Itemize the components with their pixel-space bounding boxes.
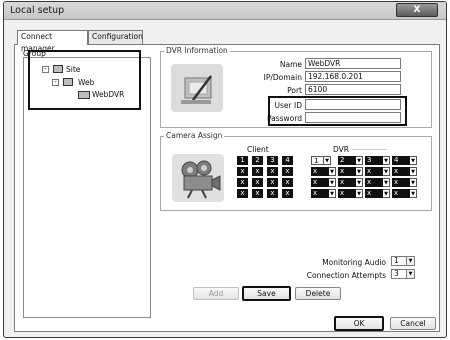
window-title: Local setup [10,5,65,16]
camera-icon [181,160,221,199]
chevron-down-icon[interactable]: ▼ [324,156,331,165]
dvr-channel-select[interactable]: 2 [338,156,356,165]
chevron-down-icon[interactable]: ▼ [329,167,336,176]
client-channel-cell[interactable]: x [252,189,263,198]
chevron-down-icon[interactable]: ▼ [329,178,336,187]
chevron-down-icon[interactable]: ▼ [410,156,417,165]
dvr-channel-select[interactable]: x [338,189,356,198]
dvr-picture [171,64,223,112]
delete-button[interactable]: Delete [295,287,341,300]
chevron-down-icon[interactable]: ▼ [329,189,336,198]
dvr-channel-select[interactable]: x [392,167,410,176]
ip-domain-field[interactable]: 192.168.0.201 [305,71,401,82]
chevron-down-icon[interactable]: ▼ [356,189,363,198]
add-button[interactable]: Add [193,287,239,300]
client-channel-cell[interactable]: x [267,189,278,198]
dvr-channel-grid[interactable]: 1 ▼ 2 ▼ 3 ▼ 4 ▼ x ▼ x ▼ x ▼ x ▼ x ▼ x ▼ x ▼ x ▼ x ▼ x ▼ x ▼ x ▼ [311,156,421,200]
dvr-channel-select[interactable]: x [392,189,410,198]
dvr-channel-select[interactable]: x [338,167,356,176]
connection-attempts-select[interactable]: 3 [391,269,407,279]
camera-picture [172,154,224,202]
dvr-channel-select[interactable]: 4 [392,156,410,165]
client-label: Client [247,145,269,154]
client-channel-grid[interactable]: 1234xxxxxxxxxxxx [237,156,299,200]
chevron-down-icon[interactable]: ▼ [356,178,363,187]
chevron-down-icon[interactable]: ▼ [356,156,363,165]
close-button[interactable]: X [396,3,438,17]
dvr-label-divider [352,149,387,150]
dvr-edit-icon [181,75,212,104]
chevron-down-icon[interactable]: ▼ [410,189,417,198]
dvr-channel-select[interactable]: 1 [311,156,324,165]
dvr-channel-select[interactable]: x [365,167,383,176]
client-channel-cell[interactable]: x [252,167,263,176]
dvr-label: DVR [333,145,349,154]
ip-domain-label: IP/Domain [263,73,302,82]
client-channel-cell[interactable]: x [267,167,278,176]
dvr-channel-select[interactable]: x [311,167,329,176]
client-channel-cell[interactable]: x [237,189,248,198]
client-channel-cell[interactable]: 4 [282,156,293,165]
monitoring-audio-label: Monitoring Audio [322,258,386,267]
connection-attempts-label: Connection Attempts [306,271,386,280]
tab-configuration[interactable]: Configuration [88,30,143,44]
chevron-down-icon[interactable]: ▼ [410,167,417,176]
chevron-down-icon[interactable]: ▼ [383,156,390,165]
dvr-channel-select[interactable]: x [365,189,383,198]
client-channel-cell[interactable]: 2 [252,156,263,165]
port-field[interactable]: 6100 [305,84,401,95]
dvr-channel-select[interactable]: x [311,178,329,187]
chevron-down-icon[interactable]: ▼ [383,167,390,176]
connection-attempts-dropdown-icon[interactable]: ▼ [407,269,415,279]
credentials-highlight-box [268,96,407,126]
monitoring-audio-dropdown-icon[interactable]: ▼ [407,256,415,266]
client-channel-cell[interactable]: x [282,189,293,198]
chevron-down-icon[interactable]: ▼ [410,178,417,187]
monitoring-audio-select[interactable]: 1 [391,256,407,266]
dvr-information-label: DVR Information [164,46,230,55]
chevron-down-icon[interactable]: ▼ [356,167,363,176]
ok-button[interactable]: OK [334,316,384,331]
client-channel-cell[interactable]: x [237,178,248,187]
client-channel-cell[interactable]: 1 [237,156,248,165]
client-channel-cell[interactable]: x [252,178,263,187]
name-label: Name [279,60,302,69]
tab-connect-manager[interactable]: Connect manager [17,30,88,53]
name-field[interactable]: WebDVR [305,58,401,69]
dvr-channel-select[interactable]: x [338,178,356,187]
client-channel-cell[interactable]: x [237,167,248,176]
dvr-channel-select[interactable]: x [311,189,329,198]
client-channel-cell[interactable]: 3 [267,156,278,165]
dvr-channel-select[interactable]: x [392,178,410,187]
cancel-button[interactable]: Cancel [390,317,436,330]
group-highlight-box [28,50,141,110]
camera-assign-label: Camera Assign [164,131,225,140]
client-channel-cell[interactable]: x [282,167,293,176]
chevron-down-icon[interactable]: ▼ [383,178,390,187]
dvr-channel-select[interactable]: 3 [365,156,383,165]
client-channel-cell[interactable]: x [267,178,278,187]
title-bar[interactable]: Local setup X [4,2,446,20]
client-channel-cell[interactable]: x [282,178,293,187]
chevron-down-icon[interactable]: ▼ [383,189,390,198]
save-button[interactable]: Save [242,286,291,301]
port-label: Port [287,86,302,95]
dvr-channel-select[interactable]: x [365,178,383,187]
